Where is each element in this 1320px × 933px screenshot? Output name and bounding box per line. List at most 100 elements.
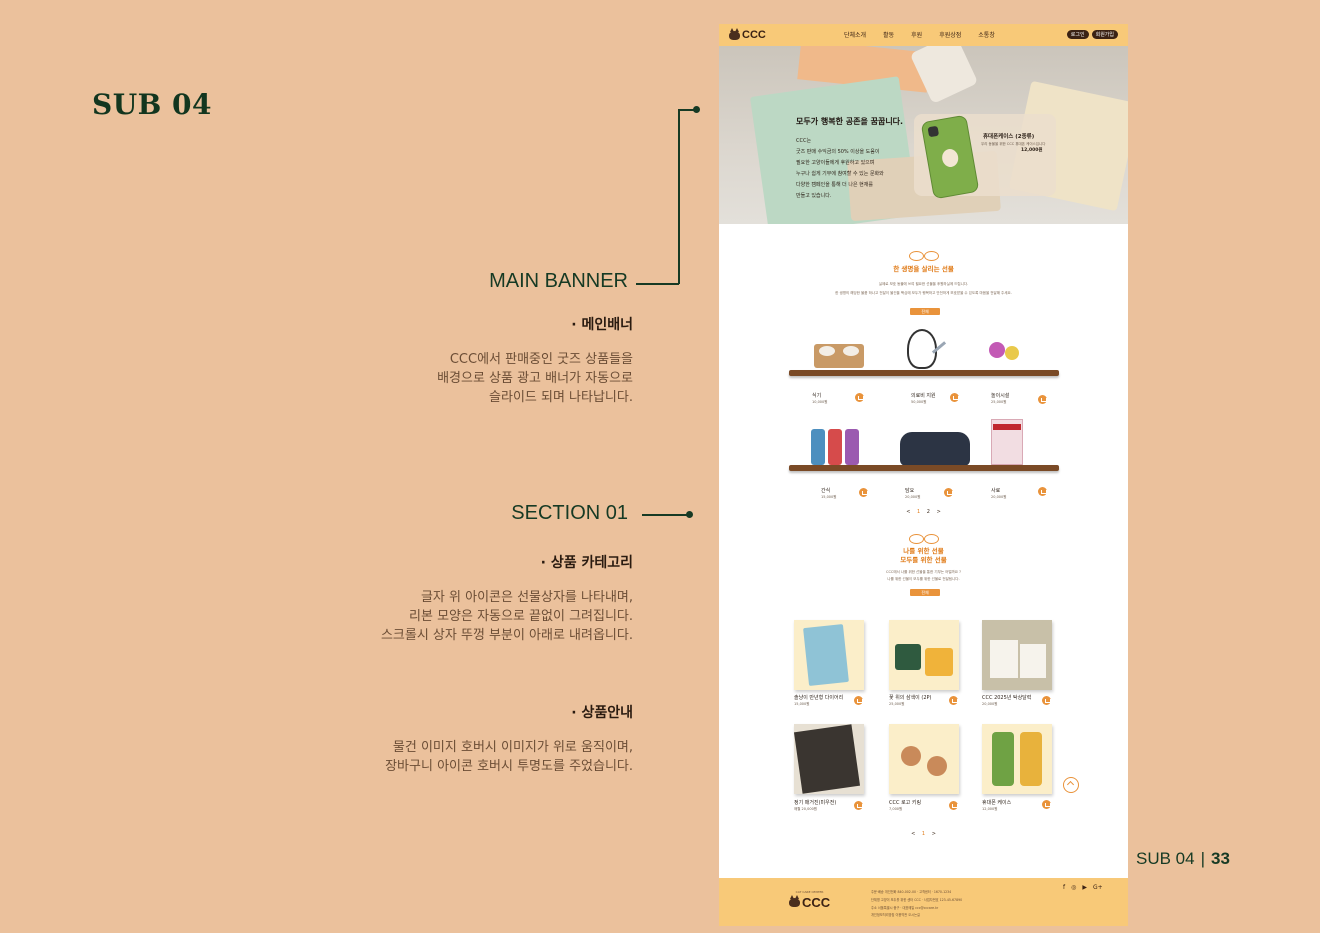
cart-icon[interactable] <box>854 696 863 705</box>
website-mockup: CCC 단체소개 활동 후원 후원상점 소통창 로그인 회원가입 모두가 행복한… <box>719 24 1128 926</box>
connector-dot <box>693 106 700 113</box>
main-banner-sub: · 메인배너 <box>571 317 633 333</box>
category-price: 15,000원 <box>821 495 837 499</box>
signup-button[interactable]: 회원가입 <box>1091 30 1118 39</box>
keyring-product-image[interactable] <box>889 724 959 794</box>
banner-headline: 모두가 행복한 공존을 꿈꿉니다. <box>796 117 904 126</box>
product-price: 25,000원 <box>889 702 905 706</box>
product-price: 7,000원 <box>889 807 903 811</box>
cat-logo-icon <box>789 895 800 907</box>
section2-pagination: < 1 > <box>719 831 1128 837</box>
cat-food-label <box>993 424 1021 430</box>
page-number: SUB 04 | 33 <box>1136 849 1230 869</box>
footer-links[interactable]: 개인정보처리방침 이용약관 오시는길 <box>871 911 920 919</box>
cart-icon[interactable] <box>944 488 953 497</box>
toy-ball-image[interactable] <box>989 342 1005 358</box>
stethoscope-product-image[interactable] <box>907 329 937 369</box>
logo-text: CCC <box>742 29 766 41</box>
nav-item-shop[interactable]: 후원상점 <box>939 30 961 39</box>
site-logo[interactable]: CCC <box>729 27 766 41</box>
cart-icon[interactable] <box>1038 487 1047 496</box>
login-button[interactable]: 로그인 <box>1066 30 1089 39</box>
cart-icon[interactable] <box>1042 696 1051 705</box>
blanket-product-image[interactable] <box>900 432 970 466</box>
cart-icon[interactable] <box>859 488 868 497</box>
next-page-button[interactable]: > <box>932 831 936 837</box>
nav-item-community[interactable]: 소통창 <box>978 30 995 39</box>
snack-product-image <box>828 429 842 465</box>
diary-product-image[interactable] <box>794 620 864 690</box>
section1-sub2: 한 생명의 해당한 물품 하나고 전달이 물건을 핵심에 모두가 행복하고 안전… <box>835 291 1012 295</box>
gift-ribbon-icon <box>909 251 939 261</box>
nav-item-support[interactable]: 후원 <box>911 30 922 39</box>
nav-item-about[interactable]: 단체소개 <box>844 30 866 39</box>
cart-icon[interactable] <box>855 393 864 402</box>
category-label: 간식 <box>821 488 831 494</box>
main-banner: 모두가 행복한 공존을 꿈꿉니다. CCC는 굿즈 판매 수익금의 50% 이상… <box>719 46 1128 224</box>
product-name: 정기 매거진(미우전) <box>794 800 837 806</box>
prev-page-button[interactable]: < <box>911 831 915 837</box>
nav-item-activity[interactable]: 활동 <box>883 30 894 39</box>
category-label: 식기 <box>812 393 822 399</box>
section1-sub1: 실제로 보호 동물에 쓰여 필요한 선물을 후원하실께 드립니다. <box>878 282 969 286</box>
category-price: 20,000원 <box>991 495 1007 499</box>
product-name: 휴대폰 케이스 <box>982 800 1012 806</box>
prev-page-button[interactable]: < <box>906 509 910 515</box>
section01-heading: SECTION 01 <box>511 502 628 524</box>
site-header: CCC 단체소개 활동 후원 후원상점 소통창 로그인 회원가입 <box>719 24 1128 46</box>
cart-icon[interactable] <box>950 393 959 402</box>
connector-dot <box>686 511 693 518</box>
instagram-icon[interactable]: ◎ <box>1071 884 1076 891</box>
bowl-image-part <box>819 346 835 356</box>
section01-category-desc: 글자 위 아이콘은 선물상자를 나타내며, 리본 모양은 자동으로 끝없이 그려… <box>380 590 633 643</box>
banner-product-name: 휴대폰케이스 (2종류) <box>983 134 1035 140</box>
category-price: 10,000원 <box>812 400 828 404</box>
section01-product-sub: · 상품안내 <box>571 705 633 721</box>
mug-product-image[interactable] <box>889 620 959 690</box>
cart-icon[interactable] <box>1038 395 1047 404</box>
snack-product-image[interactable] <box>811 429 825 465</box>
cart-icon[interactable] <box>949 696 958 705</box>
category-label: 놀이시설 <box>991 393 1010 399</box>
google-plus-icon[interactable]: G+ <box>1093 884 1103 891</box>
cat-logo-icon <box>729 27 740 40</box>
section2-category-select[interactable]: 전체 <box>910 589 940 596</box>
youtube-icon[interactable]: ▶ <box>1082 884 1087 891</box>
section1-pagination: < 1 2 > <box>719 509 1128 515</box>
calendar-product-image[interactable] <box>982 620 1052 690</box>
section01-product-desc: 물건 이미지 호버시 이미지가 위로 움직이며, 장바구니 아이콘 호버시 투명… <box>385 740 633 774</box>
section1-category-select[interactable]: 전체 <box>910 308 940 315</box>
site-footer: CAT CARE CENTER CCC 주문·배송 개인전화 840-002-0… <box>719 878 1128 926</box>
product-price: 15,000원 <box>794 702 810 706</box>
page-1-button[interactable]: 1 <box>917 509 920 515</box>
section2-title-line1: 나를 위한 선물 <box>903 547 944 555</box>
banner-product-price: 12,000원 <box>1021 148 1043 153</box>
toy-ball-image <box>1005 346 1019 360</box>
banner-copy: CCC는 굿즈 판매 수익금의 50% 이상을 도움이 필요한 고양이들에게 후… <box>796 138 884 199</box>
main-banner-heading: MAIN BANNER <box>489 270 628 292</box>
connector-line <box>678 109 680 284</box>
footer-logo[interactable]: CAT CARE CENTER CCC <box>789 890 830 910</box>
cart-icon[interactable] <box>1042 800 1051 809</box>
product-price: 12,000원 <box>982 807 998 811</box>
main-nav: 단체소개 활동 후원 후원상점 소통창 <box>844 30 995 39</box>
shelf <box>789 465 1059 471</box>
phone-case-product-image[interactable] <box>982 724 1052 794</box>
facebook-icon[interactable]: f <box>1063 884 1065 891</box>
page-2-button[interactable]: 2 <box>927 509 930 515</box>
cart-icon[interactable] <box>854 801 863 810</box>
bowl-image-part <box>843 346 859 356</box>
footer-logo-caption: CAT CARE CENTER <box>795 890 824 894</box>
page-separator: | <box>1200 849 1206 868</box>
scroll-to-top-icon[interactable] <box>1063 777 1079 793</box>
footer-info: 주문·배송 개인전화 840-002-00 · 고객센터 · 1670-1234… <box>871 890 963 910</box>
product-name: CCC 2025년 탁상달력 <box>982 695 1032 701</box>
magazine-product-image[interactable] <box>793 724 864 794</box>
cart-icon[interactable] <box>949 801 958 810</box>
next-page-button[interactable]: > <box>937 509 941 515</box>
category-price: 20,000원 <box>905 495 921 499</box>
category-label: 사료 <box>991 488 1001 494</box>
category-label: 의료비 지원 <box>911 393 936 399</box>
page-1-button[interactable]: 1 <box>922 831 925 837</box>
category-label: 담요 <box>905 488 915 494</box>
